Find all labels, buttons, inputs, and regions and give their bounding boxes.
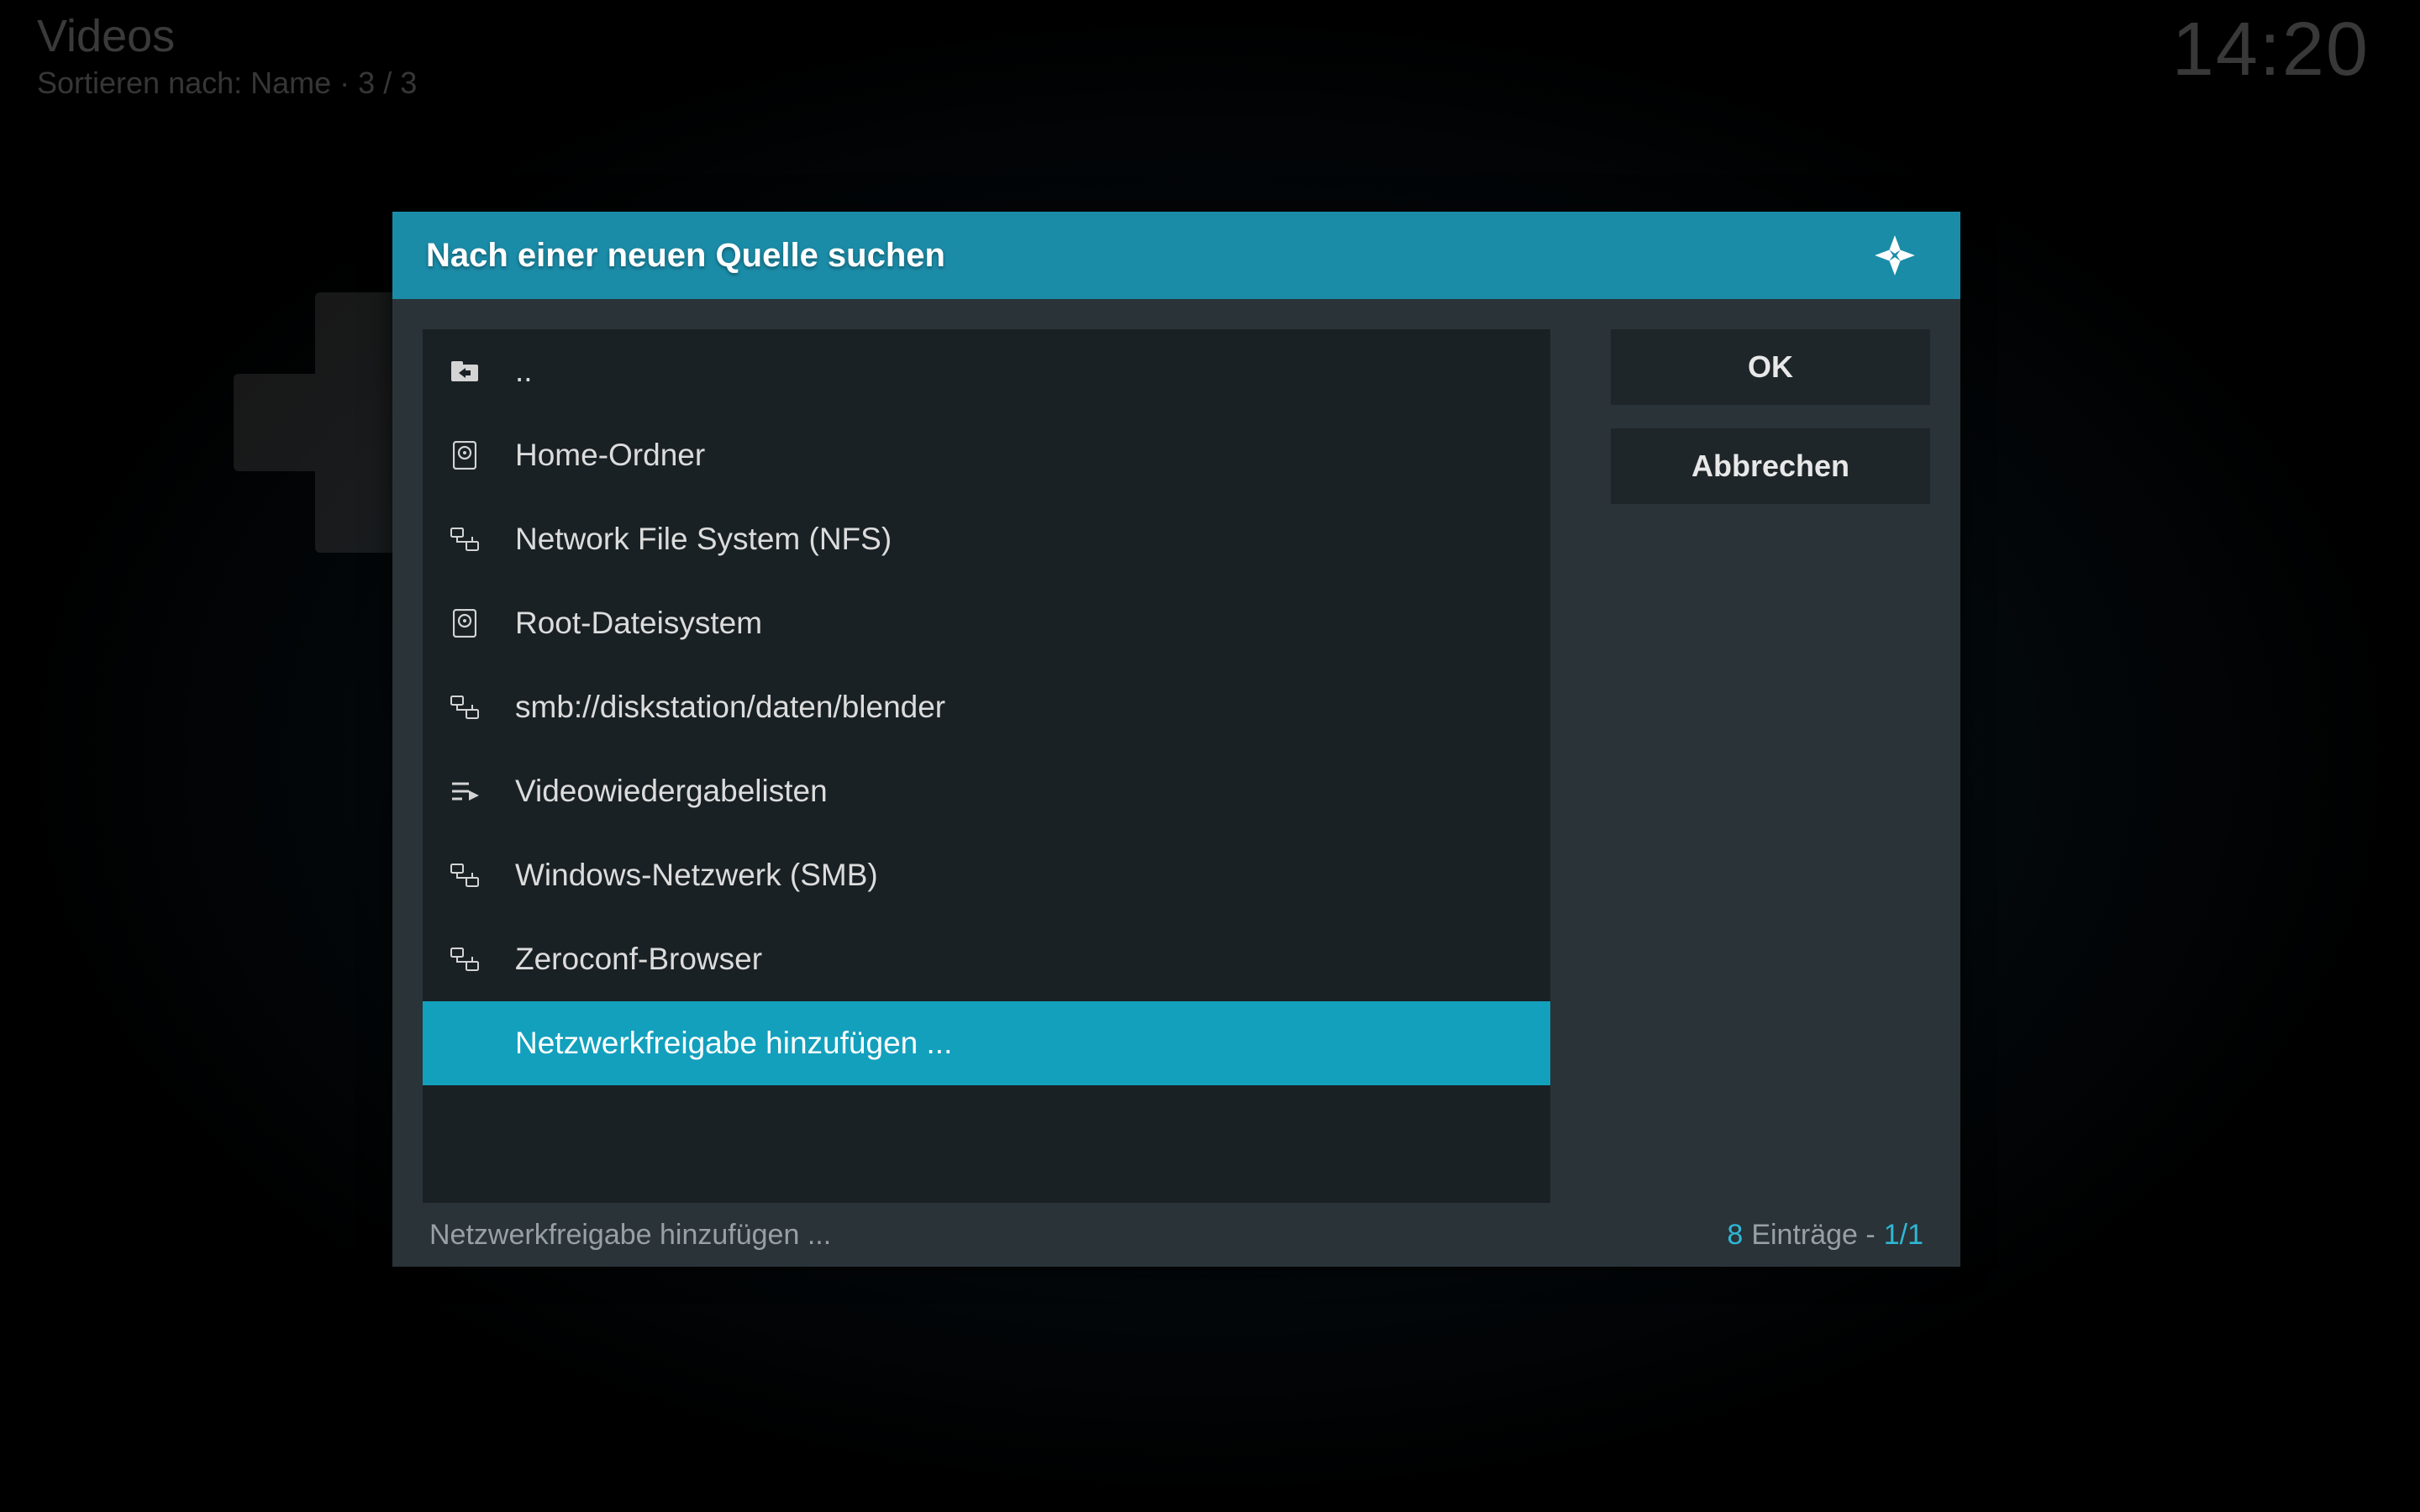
source-item-label: Zeroconf-Browser: [515, 942, 762, 977]
disk-icon: [448, 606, 481, 640]
dialog-footer: Netzwerkfreigabe hinzufügen ... 8 Einträ…: [392, 1203, 1960, 1267]
network-icon: [448, 690, 481, 724]
footer-status: Netzwerkfreigabe hinzufügen ...: [429, 1219, 831, 1252]
footer-count: 8: [1727, 1219, 1743, 1252]
browse-source-dialog: Nach einer neuen Quelle suchen .. Home-Or…: [392, 212, 1960, 1267]
disk-icon: [448, 438, 481, 472]
source-item[interactable]: Network File System (NFS): [423, 497, 1550, 581]
button-panel: OK Abbrechen: [1611, 329, 1930, 1203]
dialog-title: Nach einer neuen Quelle suchen: [426, 237, 945, 275]
clock: 14:20: [2172, 7, 2370, 93]
footer-entries-label: Einträge -: [1751, 1219, 1875, 1252]
source-item-label: Windows-Netzwerk (SMB): [515, 858, 878, 893]
dialog-body: .. Home-Ordner Network File System (NFS) Ro…: [392, 299, 1960, 1203]
footer-count-group: 8 Einträge - 1/1: [1727, 1219, 1923, 1252]
source-item[interactable]: Videowiedergabelisten: [423, 749, 1550, 833]
source-item-label: Root-Dateisystem: [515, 606, 762, 641]
source-list[interactable]: .. Home-Ordner Network File System (NFS) Ro…: [423, 329, 1550, 1203]
playlist-icon: [448, 774, 481, 808]
source-item-label: Network File System (NFS): [515, 522, 892, 557]
source-item-label: smb://diskstation/daten/blender: [515, 690, 945, 725]
dialog-header: Nach einer neuen Quelle suchen: [392, 212, 1960, 299]
network-icon: [448, 522, 481, 556]
cancel-button[interactable]: Abbrechen: [1611, 428, 1930, 504]
source-item[interactable]: Home-Ordner: [423, 413, 1550, 497]
source-item[interactable]: ..: [423, 329, 1550, 413]
page-subtitle: Sortieren nach: Name · 3 / 3: [37, 66, 417, 101]
source-item-label: ..: [515, 354, 533, 389]
source-item-label: Videowiedergabelisten: [515, 774, 828, 809]
network-icon: [448, 858, 481, 892]
network-icon: [448, 942, 481, 976]
source-item[interactable]: smb://diskstation/daten/blender: [423, 665, 1550, 749]
source-item[interactable]: Netzwerkfreigabe hinzufügen ...: [423, 1001, 1550, 1085]
page-header: Videos Sortieren nach: Name · 3 / 3: [37, 10, 417, 101]
source-item[interactable]: Zeroconf-Browser: [423, 917, 1550, 1001]
footer-page: 1/1: [1884, 1219, 1923, 1252]
source-item-label: Netzwerkfreigabe hinzufügen ...: [515, 1026, 952, 1061]
kodi-logo-icon: [1870, 230, 1920, 281]
ok-button[interactable]: OK: [1611, 329, 1930, 405]
folder-back-icon: [448, 354, 481, 388]
page-title: Videos: [37, 10, 417, 62]
source-item[interactable]: Root-Dateisystem: [423, 581, 1550, 665]
source-item[interactable]: Windows-Netzwerk (SMB): [423, 833, 1550, 917]
source-item-label: Home-Ordner: [515, 438, 705, 473]
